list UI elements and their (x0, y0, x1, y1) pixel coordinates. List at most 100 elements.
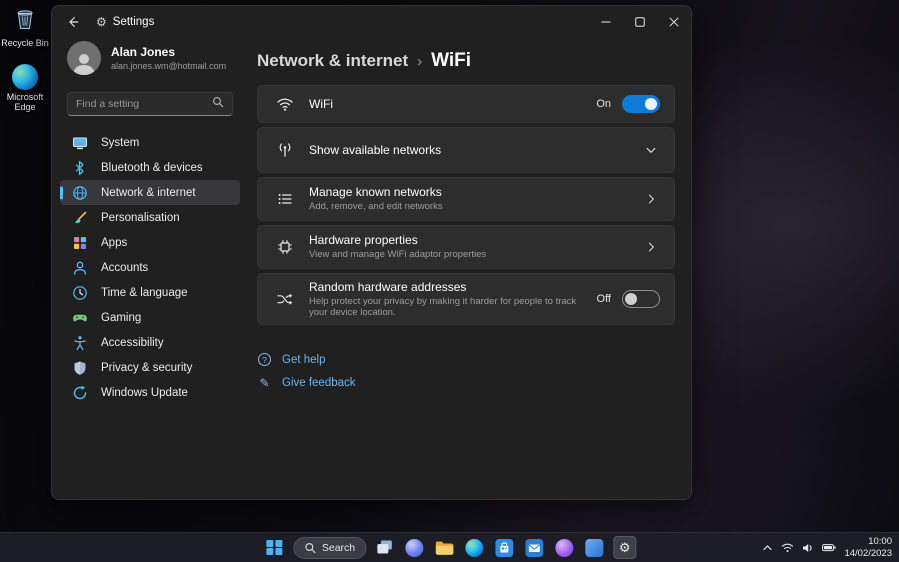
card-title: WiFi (309, 97, 333, 111)
list-icon (276, 190, 294, 208)
wifi-icon (276, 95, 294, 113)
sidebar-item-windows-update[interactable]: Windows Update (60, 380, 240, 405)
link-label: Get help (282, 353, 326, 366)
wifi-toggle-card: WiFi On (257, 85, 675, 123)
window-controls (589, 6, 691, 38)
settings-search (67, 92, 233, 116)
sidebar: Alan Jones alan.jones.wm@hotmail.com Fin… (52, 38, 248, 499)
shuffle-icon (276, 290, 294, 308)
help-links: ? Get help ✎ Give feedback (257, 349, 675, 393)
user-name: Alan Jones (111, 45, 176, 59)
system-tray: 10:00 14/02/2023 (762, 533, 892, 562)
help-icon: ? (257, 353, 272, 366)
pinned-app-purple-icon (555, 538, 574, 557)
desktop-icon-recycle-bin[interactable]: Recycle Bin (1, 5, 49, 48)
sidebar-item-network-internet[interactable]: Network & internet (60, 180, 240, 205)
desktop-icon-microsoft-edge[interactable]: Microsoft Edge (1, 64, 49, 112)
link-label: Give feedback (282, 376, 356, 389)
settings-taskbar-button-active[interactable]: ⚙ (613, 536, 637, 559)
show-available-networks-card[interactable]: Show available networks (257, 127, 675, 173)
taskbar-search-label: Search (321, 541, 356, 554)
sidebar-item-privacy-security[interactable]: Privacy & security (60, 355, 240, 380)
search-icon (212, 95, 224, 113)
edge-button[interactable] (463, 536, 486, 559)
chat-button[interactable] (403, 536, 426, 559)
task-view-icon (377, 540, 392, 554)
clock[interactable]: 10:00 14/02/2023 (844, 536, 892, 559)
back-button[interactable] (60, 9, 86, 35)
random-hardware-addresses-toggle[interactable] (622, 290, 660, 308)
desktop-icon-label: Microsoft Edge (6, 92, 44, 112)
tray-network-icon[interactable] (781, 542, 794, 553)
taskbar-center: Search ⚙ (263, 533, 637, 562)
mail-icon (525, 538, 544, 557)
chat-icon (405, 538, 424, 557)
manage-known-networks-card[interactable]: Manage known networks Add, remove, and e… (257, 177, 675, 221)
card-title: Manage known networks (309, 185, 442, 200)
recycle-bin-icon (12, 5, 38, 36)
tray-battery-icon[interactable] (822, 542, 837, 553)
card-title: Show available networks (309, 143, 442, 157)
sidebar-item-bluetooth-devices[interactable]: Bluetooth & devices (60, 155, 240, 180)
get-help-link[interactable]: ? Get help (257, 349, 675, 370)
game-controller-icon (72, 310, 88, 326)
hardware-properties-card[interactable]: Hardware properties View and manage WiFi… (257, 225, 675, 269)
card-subtitle: Add, remove, and edit networks (309, 201, 443, 213)
chip-icon (276, 238, 294, 256)
feedback-pencil-icon: ✎ (259, 375, 270, 390)
breadcrumb-parent[interactable]: Network & internet (257, 51, 408, 71)
sidebar-item-accounts[interactable]: Accounts (60, 255, 240, 280)
sidebar-item-gaming[interactable]: Gaming (60, 305, 240, 330)
task-view-button[interactable] (373, 536, 396, 559)
sidebar-item-label: Bluetooth & devices (101, 161, 203, 174)
settings-gear-icon: ⚙ (618, 540, 631, 555)
close-button[interactable] (657, 6, 691, 38)
start-button[interactable] (263, 536, 286, 559)
settings-window: ⚙ Settings Alan Jones alan.jones.wm@hotm… (51, 5, 692, 500)
sidebar-item-label: Accounts (101, 261, 149, 274)
chevron-right-icon (642, 238, 660, 256)
sidebar-item-accessibility[interactable]: Accessibility (60, 330, 240, 355)
tray-chevron-up-icon[interactable] (762, 543, 773, 553)
mail-button[interactable] (523, 536, 546, 559)
desktop-icon-label: Recycle Bin (1, 38, 49, 48)
sidebar-item-label: Personalisation (101, 211, 180, 224)
maximize-button[interactable] (623, 6, 657, 38)
sidebar-item-label: Network & internet (101, 186, 196, 199)
sidebar-item-label: System (101, 136, 140, 149)
tray-time: 10:00 (868, 536, 892, 547)
random-hardware-addresses-card: Random hardware addresses Help protect y… (257, 273, 675, 325)
sidebar-item-system[interactable]: System (60, 130, 240, 155)
store-button[interactable] (493, 536, 516, 559)
user-profile[interactable]: Alan Jones alan.jones.wm@hotmail.com (60, 39, 240, 77)
desktop: Recycle Bin Microsoft Edge ⚙ Settings Al… (0, 0, 899, 562)
toggle-state-label: On (596, 98, 611, 110)
settings-gear-icon: ⚙ (96, 15, 107, 29)
bluetooth-icon (72, 160, 88, 176)
sidebar-item-label: Privacy & security (101, 361, 193, 374)
clock-icon (72, 285, 88, 301)
minimize-button[interactable] (589, 6, 623, 38)
pinned-app-button-2[interactable] (583, 536, 606, 559)
sidebar-item-time-language[interactable]: Time & language (60, 280, 240, 305)
search-icon (304, 542, 316, 553)
wifi-toggle[interactable] (622, 95, 660, 113)
sidebar-item-personalisation[interactable]: Personalisation (60, 205, 240, 230)
card-subtitle: Help protect your privacy by making it h… (309, 295, 577, 319)
sidebar-item-label: Windows Update (101, 386, 188, 399)
taskbar-search[interactable]: Search (292, 536, 367, 559)
card-title: Random hardware addresses (309, 279, 467, 294)
sidebar-item-apps[interactable]: Apps (60, 230, 240, 255)
tray-volume-icon[interactable] (802, 542, 814, 554)
window-body: Alan Jones alan.jones.wm@hotmail.com Fin… (52, 38, 691, 499)
pinned-app-blue-icon (585, 538, 604, 557)
person-icon (72, 260, 88, 276)
search-input[interactable] (76, 98, 212, 110)
pinned-app-button[interactable] (553, 536, 576, 559)
chevron-down-icon (642, 141, 660, 159)
give-feedback-link[interactable]: ✎ Give feedback (257, 372, 675, 393)
broadcast-icon (276, 141, 294, 159)
breadcrumb: Network & internet › WiFi (257, 48, 675, 74)
sidebar-nav: System Bluetooth & devices Network & int… (60, 130, 240, 405)
file-explorer-button[interactable] (433, 536, 456, 559)
